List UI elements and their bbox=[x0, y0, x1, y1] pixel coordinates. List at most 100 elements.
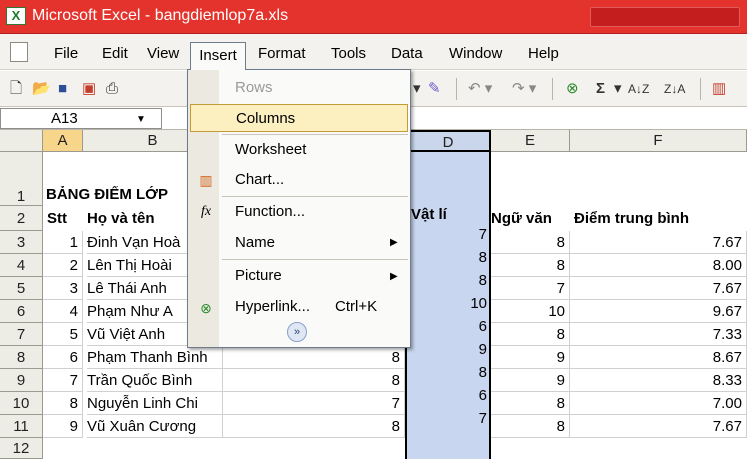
cell-literature[interactable]: 8 bbox=[491, 392, 570, 415]
cell-physics[interactable]: 8 bbox=[405, 269, 491, 292]
sort-ascending-icon[interactable]: A↓Z bbox=[628, 78, 649, 100]
cell-average[interactable]: 8.33 bbox=[570, 369, 747, 392]
header-name[interactable]: Họ và tên bbox=[87, 208, 187, 230]
column-header-e[interactable]: E bbox=[491, 130, 570, 152]
cell-literature[interactable]: 8 bbox=[491, 415, 570, 438]
cell-physics[interactable]: 9 bbox=[405, 338, 491, 361]
menu-edit[interactable]: Edit bbox=[102, 43, 128, 65]
column-header-d[interactable]: D bbox=[405, 130, 491, 152]
row-header[interactable]: 6 bbox=[0, 300, 43, 323]
cell-literature[interactable]: 9 bbox=[491, 369, 570, 392]
row-header[interactable]: 7 bbox=[0, 323, 43, 346]
cell-stt[interactable]: 8 bbox=[43, 392, 83, 415]
cell-average[interactable]: 7.67 bbox=[570, 415, 747, 438]
menu-insert[interactable]: Insert bbox=[190, 42, 246, 70]
chart-wizard-icon[interactable]: ▥ bbox=[712, 78, 726, 100]
row-header[interactable]: 12 bbox=[0, 438, 43, 459]
row-header[interactable]: 8 bbox=[0, 346, 43, 369]
cell-stt[interactable]: 7 bbox=[43, 369, 83, 392]
row-header[interactable]: 1 bbox=[0, 152, 43, 206]
column-header-f[interactable]: F bbox=[570, 130, 747, 152]
window-controls[interactable] bbox=[590, 7, 740, 27]
menu-item-rows[interactable]: Rows bbox=[219, 74, 409, 102]
autosum-dropdown-icon[interactable]: ▾ bbox=[614, 78, 622, 100]
expand-chevron-icon[interactable]: » bbox=[287, 322, 307, 342]
cell-literature[interactable]: 10 bbox=[491, 300, 570, 323]
undo-icon[interactable]: ↶ ▾ bbox=[468, 78, 492, 100]
cell-literature[interactable]: 9 bbox=[491, 346, 570, 369]
cell-c[interactable]: 7 bbox=[223, 392, 405, 415]
row-header[interactable]: 2 bbox=[0, 206, 43, 231]
save-icon[interactable]: ■ bbox=[58, 78, 67, 100]
cell-name[interactable]: Nguyễn Linh Chi bbox=[87, 392, 223, 415]
menu-item-worksheet[interactable]: Worksheet bbox=[219, 136, 409, 164]
row-header[interactable]: 3 bbox=[0, 231, 43, 254]
menu-format[interactable]: Format bbox=[258, 43, 306, 65]
cell-c[interactable]: 8 bbox=[223, 369, 405, 392]
header-average[interactable]: Điểm trung bình bbox=[574, 208, 744, 230]
cell-name[interactable]: Trần Quốc Bình bbox=[87, 369, 223, 392]
cell-average[interactable]: 7.33 bbox=[570, 323, 747, 346]
menu-item-picture[interactable]: Picture bbox=[219, 262, 409, 290]
cell-name[interactable]: Phạm Thanh Bình bbox=[87, 346, 223, 369]
cell-stt[interactable]: 1 bbox=[43, 231, 83, 254]
cell-stt[interactable]: 9 bbox=[43, 415, 83, 438]
chevron-down-icon[interactable]: ▼ bbox=[136, 114, 146, 125]
format-painter-icon[interactable]: ✎ bbox=[428, 78, 441, 100]
cell-stt[interactable]: 6 bbox=[43, 346, 83, 369]
cell-literature[interactable]: 8 bbox=[491, 231, 570, 254]
print-icon[interactable]: ⎙ bbox=[106, 78, 118, 100]
row-header[interactable]: 11 bbox=[0, 415, 43, 438]
header-stt[interactable]: Stt bbox=[47, 208, 83, 230]
cell-literature[interactable]: 8 bbox=[491, 254, 570, 277]
cell-name[interactable]: Vũ Xuân Cương bbox=[87, 415, 223, 438]
cell-stt[interactable]: 3 bbox=[43, 277, 83, 300]
cell-stt[interactable]: 5 bbox=[43, 323, 83, 346]
select-all-corner[interactable] bbox=[0, 130, 43, 152]
column-header-a[interactable]: A bbox=[43, 130, 83, 152]
sort-descending-icon[interactable]: Z↓A bbox=[664, 78, 685, 100]
menu-item-chart[interactable]: Chart... bbox=[219, 166, 409, 194]
hyperlink-toolbar-icon[interactable]: ⊗ bbox=[566, 78, 579, 100]
menu-item-function[interactable]: Function... bbox=[219, 198, 409, 226]
autosum-icon[interactable]: Σ bbox=[596, 78, 605, 100]
menu-data[interactable]: Data bbox=[391, 43, 423, 65]
cell-physics[interactable]: 6 bbox=[405, 384, 491, 407]
cell-c[interactable]: 8 bbox=[223, 415, 405, 438]
cell-average[interactable]: 9.67 bbox=[570, 300, 747, 323]
menu-item-hyperlink[interactable]: Hyperlink... bbox=[219, 293, 409, 321]
cell-physics[interactable]: 8 bbox=[405, 361, 491, 384]
cell-average[interactable]: 7.67 bbox=[570, 277, 747, 300]
menu-item-columns[interactable]: Columns bbox=[190, 104, 408, 132]
excel-icon[interactable]: X bbox=[6, 7, 26, 25]
cell-literature[interactable]: 8 bbox=[491, 323, 570, 346]
cell-average[interactable]: 7.67 bbox=[570, 231, 747, 254]
cell-c[interactable]: 8 bbox=[223, 346, 405, 369]
cell-physics[interactable]: 7 bbox=[405, 407, 491, 430]
format-painter-dropdown-icon[interactable]: ▾ bbox=[413, 78, 421, 100]
menu-item-name[interactable]: Name bbox=[219, 229, 409, 257]
header-literature[interactable]: Ngữ văn bbox=[491, 208, 570, 230]
document-icon[interactable] bbox=[10, 42, 28, 62]
cell-physics[interactable]: 6 bbox=[405, 315, 491, 338]
cell-stt[interactable]: 2 bbox=[43, 254, 83, 277]
cell-average[interactable]: 7.00 bbox=[570, 392, 747, 415]
row-header[interactable]: 9 bbox=[0, 369, 43, 392]
redo-icon[interactable]: ↷ ▾ bbox=[512, 78, 536, 100]
cell-literature[interactable]: 7 bbox=[491, 277, 570, 300]
menu-window[interactable]: Window bbox=[449, 43, 502, 65]
row-header[interactable]: 4 bbox=[0, 254, 43, 277]
menu-tools[interactable]: Tools bbox=[331, 43, 366, 65]
cell-average[interactable]: 8.67 bbox=[570, 346, 747, 369]
new-document-icon[interactable]: 🗋 bbox=[10, 78, 22, 100]
open-folder-icon[interactable]: 📂 bbox=[32, 78, 51, 100]
cell-physics[interactable]: 10 bbox=[405, 292, 491, 315]
cell-stt[interactable]: 4 bbox=[43, 300, 83, 323]
cell-physics[interactable]: 7 bbox=[405, 223, 491, 246]
menu-help[interactable]: Help bbox=[528, 43, 559, 65]
permission-icon[interactable]: ▣ bbox=[82, 78, 96, 100]
cell-average[interactable]: 8.00 bbox=[570, 254, 747, 277]
row-header[interactable]: 10 bbox=[0, 392, 43, 415]
menu-file[interactable]: File bbox=[54, 43, 78, 65]
cell-physics[interactable]: 8 bbox=[405, 246, 491, 269]
